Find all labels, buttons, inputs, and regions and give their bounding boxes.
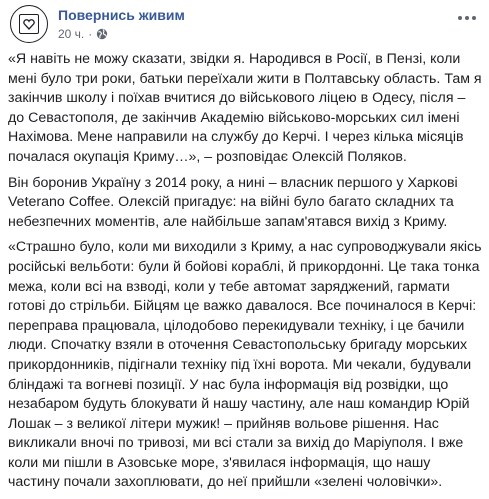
heart-icon [23,18,35,30]
post-paragraph: Він боронив Україну з 2014 року, а нині … [8,174,458,230]
post-timestamp[interactable]: 20 ч. [58,27,84,41]
heart-logo-icon [19,14,39,34]
globe-icon[interactable] [96,28,108,40]
page-avatar[interactable] [10,5,48,43]
page-name-link[interactable]: Повернись живим [58,7,185,23]
post-text: «Я навіть не можу сказати, звідки я. Нар… [8,50,482,499]
post-header: Повернись живим 20 ч. · [0,0,489,46]
more-options-button[interactable] [455,10,479,26]
post-paragraph: «Страшно було, коли ми виходили з Криму,… [8,239,482,491]
more-dot-icon [458,16,462,20]
post-paragraph: «Я навіть не можу сказати, звідки я. Нар… [8,51,482,165]
meta-separator: · [88,27,93,41]
post-meta: 20 ч. · [58,27,108,41]
more-dot-icon [465,16,469,20]
more-dot-icon [472,16,476,20]
